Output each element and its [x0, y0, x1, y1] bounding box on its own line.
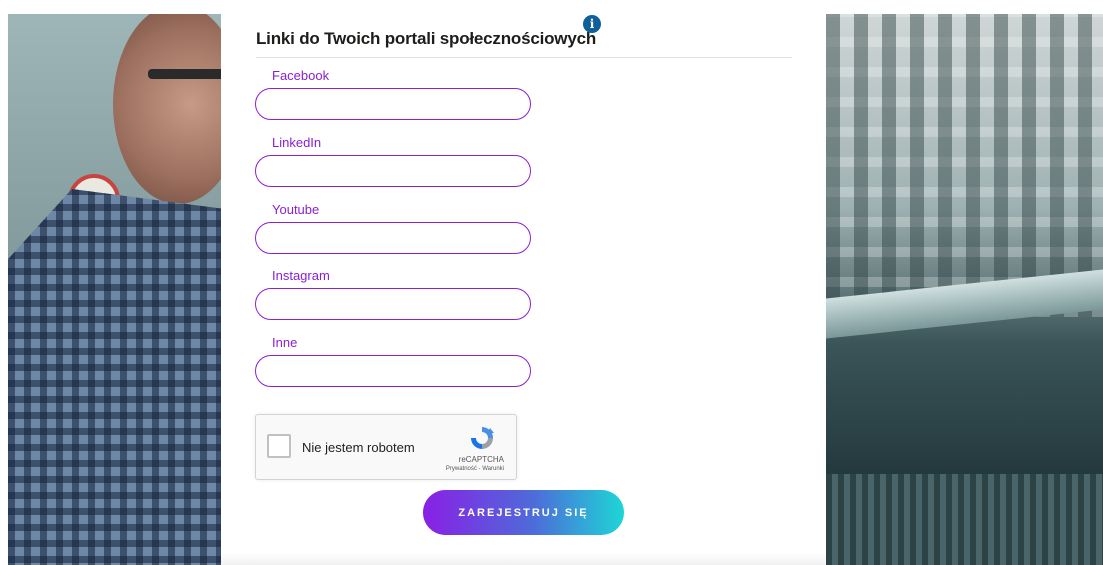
- recaptcha-logo-icon: [471, 427, 494, 449]
- photo-person-glasses: [148, 69, 221, 79]
- linkedin-input[interactable]: [255, 155, 531, 187]
- left-background-photo: [8, 14, 221, 565]
- facebook-label: Facebook: [272, 68, 330, 83]
- recaptcha-brand: reCAPTCHA: [458, 455, 504, 464]
- register-button[interactable]: ZAREJESTRUJ SIĘ: [423, 490, 624, 535]
- section-divider: [256, 57, 792, 58]
- photo-building-windows: [826, 14, 1103, 318]
- section-title: Linki do Twoich portali społecznościowyc…: [256, 29, 597, 48]
- recaptcha-checkbox[interactable]: [267, 434, 291, 458]
- info-icon[interactable]: i: [583, 15, 601, 33]
- recaptcha-label: Nie jestem robotem: [302, 440, 415, 455]
- facebook-input[interactable]: [255, 88, 531, 120]
- photo-person-shirt: [8, 189, 221, 565]
- linkedin-label: LinkedIn: [272, 135, 322, 150]
- bottom-shadow: [221, 553, 826, 565]
- instagram-label: Instagram: [272, 268, 330, 283]
- youtube-label: Youtube: [272, 202, 320, 217]
- recaptcha-widget: Nie jestem robotem reCAPTCHA Prywatność …: [255, 414, 517, 480]
- photo-street: [826, 474, 1103, 565]
- instagram-input[interactable]: [255, 288, 531, 320]
- other-input[interactable]: [255, 355, 531, 387]
- other-label: Inne: [272, 335, 298, 350]
- recaptcha-links[interactable]: Prywatność - Warunki: [446, 466, 504, 472]
- right-background-photo: [826, 14, 1103, 565]
- youtube-input[interactable]: [255, 222, 531, 254]
